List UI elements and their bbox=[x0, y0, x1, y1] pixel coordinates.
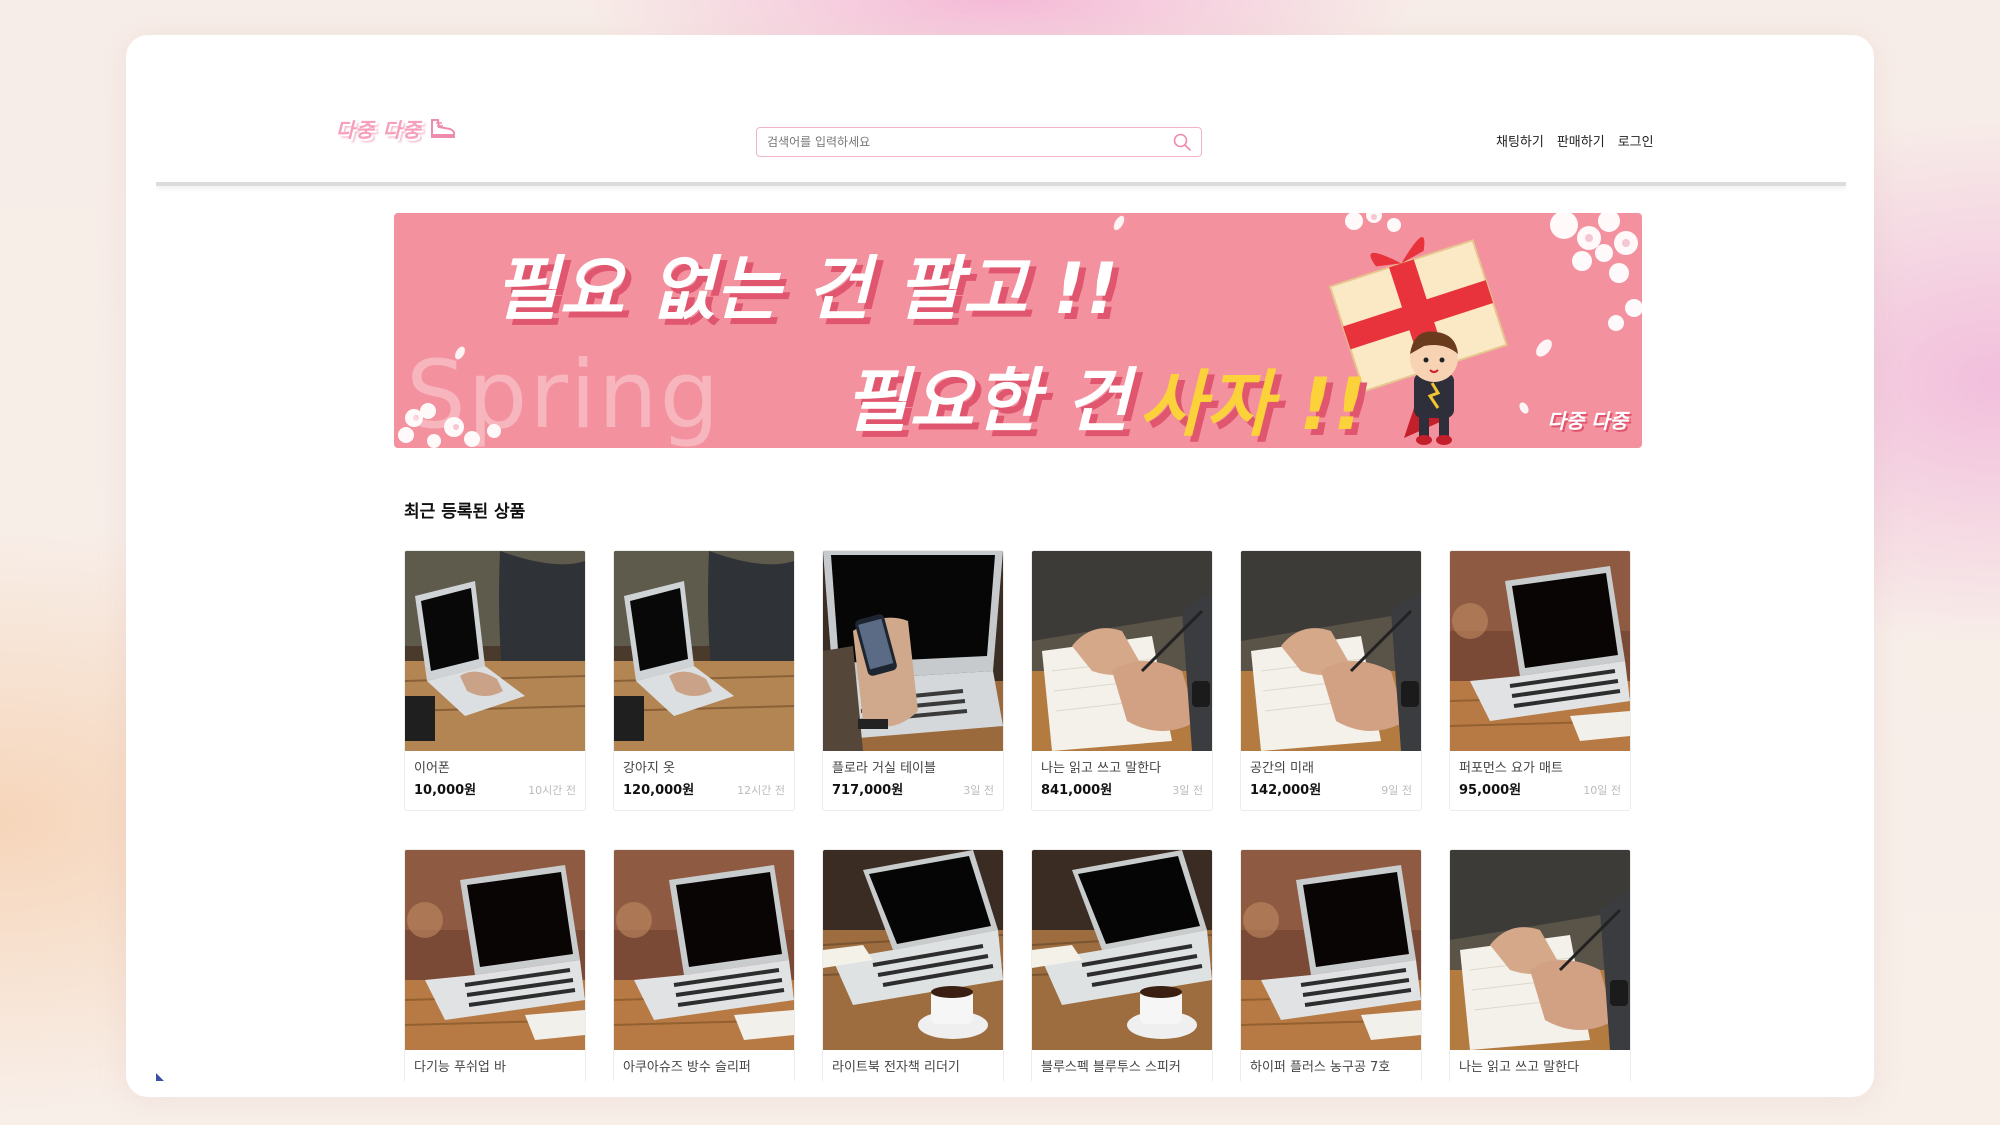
product-time: 10시간 전 bbox=[528, 784, 576, 797]
product-info: 하이퍼 플러스 농구공 7호 bbox=[1241, 1050, 1421, 1078]
banner-brand: 다중 다중 bbox=[1547, 409, 1628, 433]
product-image[interactable] bbox=[1450, 551, 1630, 751]
product-card[interactable]: 퍼포먼스 요가 매트 95,000원 10일 전 bbox=[1449, 550, 1631, 811]
product-name: 이어폰 bbox=[414, 761, 450, 776]
product-price: 841,000원 bbox=[1041, 783, 1113, 798]
product-card[interactable]: 다기능 푸쉬업 바 bbox=[404, 849, 586, 1081]
search-bar[interactable] bbox=[756, 127, 1202, 157]
product-image[interactable] bbox=[1450, 850, 1630, 1050]
product-price: 95,000원 bbox=[1459, 783, 1522, 798]
page: 다중 다중 채팅하기 판매하기 로그인 bbox=[156, 75, 1846, 1081]
product-info: 나는 읽고 쓰고 말한다 bbox=[1450, 1050, 1630, 1078]
product-image[interactable] bbox=[405, 551, 585, 751]
product-card[interactable]: 라이트북 전자책 리더기 bbox=[822, 849, 1004, 1081]
product-card[interactable]: 아쿠아슈즈 방수 슬리퍼 bbox=[613, 849, 795, 1081]
top-nav: 채팅하기 판매하기 로그인 bbox=[1496, 131, 1654, 150]
nav-chat[interactable]: 채팅하기 bbox=[1496, 131, 1544, 150]
product-name: 블루스펙 블루투스 스피커 bbox=[1041, 1060, 1181, 1075]
product-name: 나는 읽고 쓰고 말한다 bbox=[1459, 1060, 1580, 1075]
product-meta: 142,000원 9일 전 bbox=[1250, 779, 1412, 798]
product-name: 다기능 푸쉬업 바 bbox=[414, 1060, 506, 1075]
product-meta: 95,000원 10일 전 bbox=[1459, 779, 1621, 798]
product-card[interactable]: 공간의 미래 142,000원 9일 전 bbox=[1240, 550, 1422, 811]
product-time: 3일 전 bbox=[963, 784, 994, 797]
product-info: 퍼포먼스 요가 매트 95,000원 10일 전 bbox=[1450, 751, 1630, 798]
product-image[interactable] bbox=[1241, 850, 1421, 1050]
product-card[interactable]: 플로라 거실 테이블 717,000원 3일 전 bbox=[822, 550, 1004, 811]
product-time: 12시간 전 bbox=[737, 784, 785, 797]
browser-window: 다중 다중 채팅하기 판매하기 로그인 bbox=[126, 35, 1874, 1097]
product-price: 717,000원 bbox=[832, 783, 904, 798]
product-name: 나는 읽고 쓰고 말한다 bbox=[1041, 761, 1162, 776]
product-info: 블루스펙 블루투스 스피커 bbox=[1032, 1050, 1212, 1078]
product-name: 플로라 거실 테이블 bbox=[832, 761, 936, 776]
product-name: 강아지 옷 bbox=[623, 761, 675, 776]
product-info: 강아지 옷 120,000원 12시간 전 bbox=[614, 751, 794, 798]
product-price: 120,000원 bbox=[623, 783, 695, 798]
product-card[interactable]: 하이퍼 플러스 농구공 7호 bbox=[1240, 849, 1422, 1081]
banner-headline-2: 필요한 건 bbox=[844, 360, 1131, 442]
product-info: 아쿠아슈즈 방수 슬리퍼 bbox=[614, 1050, 794, 1078]
product-name: 공간의 미래 bbox=[1250, 761, 1314, 776]
product-time: 3일 전 bbox=[1172, 784, 1203, 797]
product-time: 10일 전 bbox=[1583, 784, 1621, 797]
product-image[interactable] bbox=[823, 551, 1003, 751]
banner-headline-1: 필요 없는 건 팔고 !! bbox=[494, 248, 1120, 330]
product-image[interactable] bbox=[614, 850, 794, 1050]
product-meta: 717,000원 3일 전 bbox=[832, 779, 994, 798]
logo-text: 다중 다중 bbox=[336, 117, 422, 142]
product-image[interactable] bbox=[1032, 551, 1212, 751]
site-header: 다중 다중 채팅하기 판매하기 로그인 bbox=[156, 75, 1846, 186]
product-card[interactable]: 나는 읽고 쓰고 말한다 841,000원 3일 전 bbox=[1031, 550, 1213, 811]
product-price: 10,000원 bbox=[414, 783, 477, 798]
nav-sell[interactable]: 판매하기 bbox=[1557, 131, 1605, 150]
promo-banner[interactable]: Spring 필요 없는 건 팔고 !! 필요한 건 사자 !! 다중 다중 bbox=[394, 213, 1642, 448]
product-info: 공간의 미래 142,000원 9일 전 bbox=[1241, 751, 1421, 798]
search-input[interactable] bbox=[767, 132, 1157, 152]
shoe-icon bbox=[430, 119, 455, 138]
product-image[interactable] bbox=[1032, 850, 1212, 1050]
product-card[interactable]: 강아지 옷 120,000원 12시간 전 bbox=[613, 550, 795, 811]
product-meta: 120,000원 12시간 전 bbox=[623, 779, 785, 798]
site-logo[interactable]: 다중 다중 bbox=[336, 108, 476, 148]
product-name: 아쿠아슈즈 방수 슬리퍼 bbox=[623, 1060, 751, 1075]
product-name: 하이퍼 플러스 농구공 7호 bbox=[1250, 1060, 1391, 1075]
product-meta: 10,000원 10시간 전 bbox=[414, 779, 576, 798]
product-info: 라이트북 전자책 리더기 bbox=[823, 1050, 1003, 1078]
product-image[interactable] bbox=[614, 551, 794, 751]
banner-headline-accent: 사자 !! bbox=[1139, 362, 1368, 446]
product-info: 이어폰 10,000원 10시간 전 bbox=[405, 751, 585, 798]
nav-login[interactable]: 로그인 bbox=[1618, 131, 1654, 150]
product-image[interactable] bbox=[405, 850, 585, 1050]
search-icon[interactable] bbox=[1172, 132, 1192, 152]
product-image[interactable] bbox=[1241, 551, 1421, 751]
product-card[interactable]: 이어폰 10,000원 10시간 전 bbox=[404, 550, 586, 811]
product-info: 플로라 거실 테이블 717,000원 3일 전 bbox=[823, 751, 1003, 798]
banner-watermark: Spring bbox=[406, 341, 722, 448]
product-meta: 841,000원 3일 전 bbox=[1041, 779, 1203, 798]
product-name: 퍼포먼스 요가 매트 bbox=[1459, 761, 1563, 776]
product-time: 9일 전 bbox=[1381, 784, 1412, 797]
product-info: 나는 읽고 쓰고 말한다 841,000원 3일 전 bbox=[1032, 751, 1212, 798]
product-price: 142,000원 bbox=[1250, 783, 1322, 798]
product-card[interactable]: 블루스펙 블루투스 스피커 bbox=[1031, 849, 1213, 1081]
product-info: 다기능 푸쉬업 바 bbox=[405, 1050, 585, 1078]
product-name: 라이트북 전자책 리더기 bbox=[832, 1060, 960, 1075]
product-card[interactable]: 나는 읽고 쓰고 말한다 bbox=[1449, 849, 1631, 1081]
corner-mark bbox=[156, 1073, 164, 1081]
product-grid: 이어폰 10,000원 10시간 전 강아지 옷 120,000원 12시간 전 플로라 거… bbox=[404, 550, 1634, 1081]
product-image[interactable] bbox=[823, 850, 1003, 1050]
section-title: 최근 등록된 상품 bbox=[404, 502, 526, 522]
